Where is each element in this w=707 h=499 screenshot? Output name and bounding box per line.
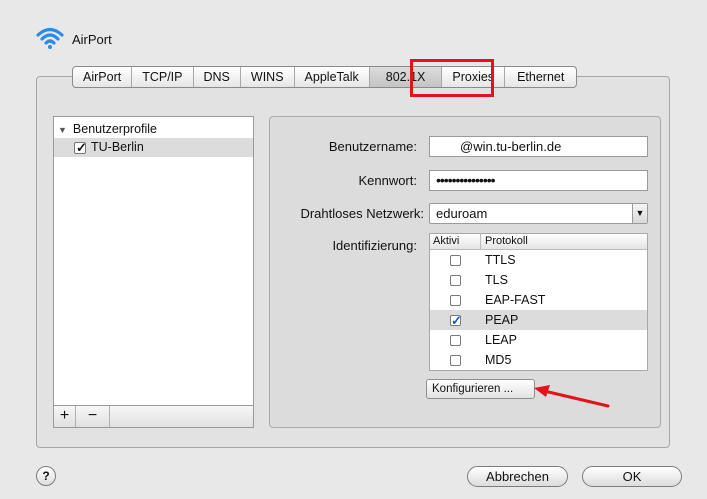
tab-appletalk[interactable]: AppleTalk — [295, 67, 370, 87]
tab-dns[interactable]: DNS — [194, 67, 241, 87]
table-row[interactable]: EAP-FAST — [430, 290, 647, 310]
username-field[interactable]: @win.tu-berlin.de — [429, 136, 648, 157]
configure-button[interactable]: Konfigurieren ... — [426, 379, 535, 399]
password-label: Kennwort: — [358, 173, 417, 188]
ok-button[interactable]: OK — [582, 466, 682, 487]
checkmark-icon: ✓ — [451, 313, 462, 329]
protocol-checkbox[interactable] — [450, 295, 461, 307]
red-arrow-annotation — [534, 385, 610, 408]
table-row[interactable]: TTLS — [430, 250, 647, 270]
protocol-name: TLS — [485, 273, 508, 287]
profile-label: TU-Berlin — [91, 140, 144, 154]
checkmark-icon: ✓ — [76, 139, 87, 155]
protocol-name: MD5 — [485, 353, 512, 367]
network-select[interactable]: eduroam ▼ — [429, 203, 648, 224]
network-label: Drahtloses Netzwerk: — [300, 206, 424, 221]
profiles-group-label: Benutzerprofile — [72, 122, 157, 136]
protocol-table: Aktivi Protokoll TTLS TLS EAP-FAST ✓ PEA… — [429, 233, 648, 371]
protocol-checkbox[interactable] — [450, 335, 461, 347]
protocol-checkbox[interactable] — [450, 355, 461, 367]
network-value: eduroam — [436, 206, 488, 221]
list-item[interactable]: ✓ TU-Berlin — [54, 138, 253, 157]
table-row[interactable]: LEAP — [430, 330, 647, 350]
protocol-name: TTLS — [485, 253, 516, 267]
table-row[interactable]: TLS — [430, 270, 647, 290]
help-button[interactable]: ? — [36, 466, 56, 486]
wifi-icon — [36, 27, 64, 49]
remove-profile-button[interactable]: − — [76, 406, 110, 427]
tab-airport[interactable]: AirPort — [73, 67, 133, 87]
username-label: Benutzername: — [328, 139, 417, 154]
column-header-protocol[interactable]: Protokoll — [481, 234, 528, 249]
identification-label: Identifizierung: — [332, 238, 417, 253]
protocol-checkbox[interactable] — [450, 275, 461, 287]
tab-ethernet[interactable]: Ethernet — [505, 67, 576, 87]
column-header-active[interactable]: Aktivi — [430, 234, 481, 249]
profile-checkbox[interactable]: ✓ — [74, 140, 87, 155]
protocol-name: EAP-FAST — [485, 293, 546, 307]
protocol-name: PEAP — [485, 313, 519, 327]
tab-highlight-box — [410, 59, 494, 97]
tab-bar: AirPort TCP/IP DNS WINS AppleTalk 802.1X… — [72, 66, 578, 88]
protocol-name: LEAP — [485, 333, 517, 347]
protocol-checkbox[interactable] — [450, 255, 461, 267]
cancel-button[interactable]: Abbrechen — [467, 466, 568, 487]
profiles-list: ▼ Benutzerprofile ✓ TU-Berlin — [53, 116, 254, 428]
window-title: AirPort — [72, 32, 112, 47]
table-row[interactable]: MD5 — [430, 350, 647, 370]
disclosure-triangle-icon[interactable]: ▼ — [58, 125, 67, 135]
tab-wins[interactable]: WINS — [241, 67, 295, 87]
tab-tcpip[interactable]: TCP/IP — [132, 67, 194, 87]
profiles-toolbar: + − — [53, 405, 254, 428]
protocol-checkbox[interactable]: ✓ — [450, 313, 462, 328]
profiles-group-header[interactable]: ▼ Benutzerprofile — [54, 120, 253, 138]
chevron-down-icon[interactable]: ▼ — [632, 204, 647, 223]
password-field[interactable]: ••••••••••••••• — [429, 170, 648, 191]
protocol-table-header: Aktivi Protokoll — [430, 234, 647, 250]
table-row[interactable]: ✓ PEAP — [430, 310, 647, 330]
add-profile-button[interactable]: + — [54, 406, 76, 427]
